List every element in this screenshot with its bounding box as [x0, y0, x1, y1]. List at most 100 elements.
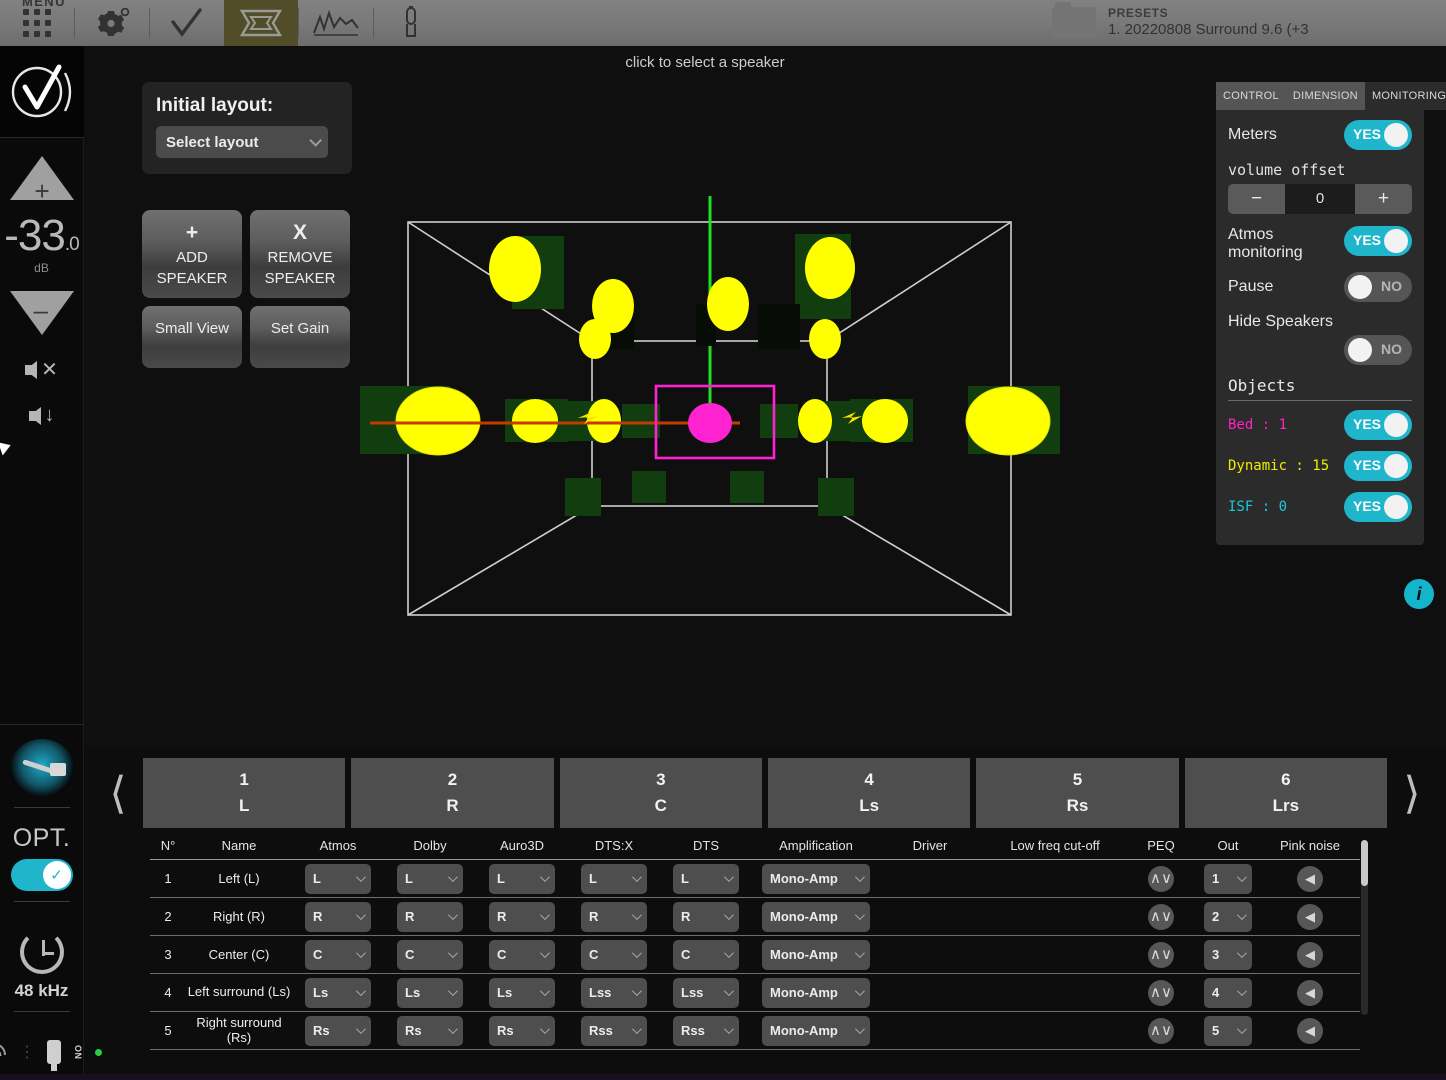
- pink-noise-icon[interactable]: ◀: [1297, 941, 1323, 968]
- cell-dts-select[interactable]: Rss: [673, 1015, 739, 1046]
- object-dynamic-toggle[interactable]: YES: [1344, 451, 1412, 482]
- cell-atmos-select[interactable]: Ls: [305, 977, 371, 1008]
- pause-toggle[interactable]: NO: [1344, 272, 1412, 303]
- tab-dimension[interactable]: DIMENSION: [1285, 82, 1365, 110]
- pink-noise-icon[interactable]: ◀: [1297, 903, 1323, 930]
- speaker-tab-num: 5: [1072, 770, 1083, 789]
- peq-icon[interactable]: ∧∨: [1148, 903, 1174, 930]
- cell-dtsx-select[interactable]: R: [581, 901, 647, 932]
- volume-down-button[interactable]: –: [9, 291, 74, 335]
- cell-amplification-select[interactable]: Mono-Amp: [762, 977, 870, 1008]
- pink-noise-icon[interactable]: ◀: [1297, 865, 1323, 892]
- cell-amplification-select[interactable]: Mono-Amp: [762, 939, 870, 970]
- cell-dolby-select[interactable]: C: [397, 939, 463, 970]
- cell-atmos-select[interactable]: R: [305, 901, 371, 932]
- room-3d-view[interactable]: [360, 196, 1060, 666]
- volume-up-button[interactable]: +: [9, 156, 74, 204]
- speaker-tab-1[interactable]: 1 L: [143, 758, 346, 828]
- small-view-button[interactable]: Small View: [142, 306, 242, 368]
- speaker-next-arrow[interactable]: ⟩: [1390, 760, 1434, 826]
- calibration-tab[interactable]: [150, 0, 224, 46]
- speaker-tab-3[interactable]: 3 C: [559, 758, 762, 828]
- volume-offset-stepper[interactable]: − 0 +: [1228, 184, 1412, 214]
- pink-noise-icon[interactable]: ◀: [1297, 1017, 1323, 1044]
- mute-button[interactable]: ✕: [25, 357, 58, 382]
- speaker-tab-6[interactable]: 6 Lrs: [1184, 758, 1387, 828]
- peq-icon[interactable]: ∧∨: [1148, 979, 1174, 1006]
- cell-dtsx-select[interactable]: Rss: [581, 1015, 647, 1046]
- speaker-tab-5[interactable]: 5 Rs: [976, 758, 1179, 828]
- presets-selector[interactable]: PRESETS 1. 20220808 Surround 9.6 (+3: [1026, 0, 1446, 46]
- hide-speakers-toggle[interactable]: NO: [1344, 335, 1412, 366]
- table-row[interactable]: 3 Center (C) C C C C C Mono-Amp ∧∨ 3 ◀: [150, 936, 1360, 974]
- cell-out-select[interactable]: 5: [1204, 1015, 1252, 1046]
- set-gain-button[interactable]: Set Gain: [250, 306, 350, 368]
- cell-out-select[interactable]: 3: [1204, 939, 1252, 970]
- opt-toggle[interactable]: ✓: [10, 859, 73, 891]
- cell-auro3d-select[interactable]: Ls: [489, 977, 555, 1008]
- cell-auro3d-select[interactable]: R: [489, 901, 555, 932]
- add-speaker-button[interactable]: + ADD SPEAKER: [142, 210, 242, 298]
- table-row[interactable]: 1 Left (L) L L L L L Mono-Amp ∧∨ 1 ◀: [150, 860, 1360, 898]
- volume-offset-plus[interactable]: +: [1355, 184, 1412, 214]
- cell-out-select[interactable]: 1: [1204, 863, 1252, 894]
- settings-tab[interactable]: [75, 0, 149, 46]
- table-row[interactable]: 5 Right surround (Rs) Rs Rs Rs Rss Rss M…: [150, 1012, 1360, 1050]
- dim-button[interactable]: ↓: [28, 404, 55, 427]
- peq-icon[interactable]: ∧∨: [1148, 1017, 1174, 1044]
- cell-dts-select[interactable]: C: [673, 939, 739, 970]
- tab-monitoring[interactable]: MONITORING: [1364, 82, 1446, 110]
- cell-out-select[interactable]: 2: [1204, 901, 1252, 932]
- peq-icon[interactable]: ∧∨: [1148, 941, 1174, 968]
- volume-offset-minus[interactable]: −: [1228, 184, 1285, 214]
- cell-amplification-select[interactable]: Mono-Amp: [762, 901, 870, 932]
- add-line1: ADD: [176, 248, 208, 266]
- cell-dolby-select[interactable]: Rs: [397, 1015, 463, 1046]
- cell-amplification-select[interactable]: Mono-Amp: [762, 863, 870, 894]
- cell-dolby-select[interactable]: Ls: [397, 977, 463, 1008]
- layout-select[interactable]: Select layout: [156, 126, 328, 158]
- peq-icon[interactable]: ∧∨: [1148, 865, 1174, 892]
- speaker-prev-arrow[interactable]: ⟨: [96, 760, 140, 826]
- pink-noise-icon[interactable]: ◀: [1297, 979, 1323, 1006]
- table-row[interactable]: 2 Right (R) R R R R R Mono-Amp ∧∨ 2 ◀: [150, 898, 1360, 936]
- object-isf-toggle[interactable]: YES: [1344, 492, 1412, 523]
- speaker-tab-4[interactable]: 4 Ls: [767, 758, 971, 828]
- atmos-monitoring-toggle[interactable]: YES: [1344, 226, 1412, 256]
- cell-atmos-select[interactable]: L: [305, 863, 371, 894]
- chevron-down-icon: [539, 872, 550, 883]
- cell-dts-select[interactable]: L: [673, 863, 739, 894]
- chevron-down-icon: [309, 133, 322, 147]
- presets-title: PRESETS: [1108, 6, 1169, 21]
- cell-dts-select[interactable]: R: [673, 901, 739, 932]
- cell-dtsx-select[interactable]: C: [581, 939, 647, 970]
- cell-dolby-select[interactable]: R: [397, 901, 463, 932]
- cell-atmos-select[interactable]: C: [305, 939, 371, 970]
- mic-tab[interactable]: [374, 0, 448, 46]
- cell-auro3d-select[interactable]: C: [489, 939, 555, 970]
- scrollbar-thumb[interactable]: [1361, 840, 1368, 886]
- analyzer-tab[interactable]: [299, 0, 373, 46]
- menu-button[interactable]: MENU: [0, 0, 74, 46]
- room-view-tab[interactable]: [224, 0, 298, 46]
- table-row[interactable]: 4 Left surround (Ls) Ls Ls Ls Lss Lss Mo…: [150, 974, 1360, 1012]
- header-out: Out: [1217, 838, 1239, 853]
- remove-speaker-button[interactable]: X REMOVE SPEAKER: [250, 210, 350, 298]
- cell-dolby-select[interactable]: L: [397, 863, 463, 894]
- object-bed-toggle[interactable]: YES: [1344, 410, 1412, 441]
- cell-atmos-select[interactable]: Rs: [305, 1015, 371, 1046]
- info-icon[interactable]: i: [1404, 579, 1434, 609]
- cell-auro3d-select[interactable]: Rs: [489, 1015, 555, 1046]
- meters-toggle[interactable]: YES: [1344, 120, 1412, 150]
- table-scrollbar[interactable]: [1361, 840, 1368, 1015]
- cell-dts-select[interactable]: Lss: [673, 977, 739, 1008]
- cell-dtsx-select[interactable]: Lss: [581, 977, 647, 1008]
- cell-out-select[interactable]: 4: [1204, 977, 1252, 1008]
- cell-auro3d-select[interactable]: L: [489, 863, 555, 894]
- speaker-tab-2[interactable]: 2 R: [351, 758, 554, 828]
- chevron-down-icon: [854, 872, 865, 883]
- cell-dtsx-select[interactable]: L: [581, 863, 647, 894]
- cell-amplification-select[interactable]: Mono-Amp: [762, 1015, 870, 1046]
- value: R: [405, 909, 415, 924]
- tab-control[interactable]: CONTROL: [1216, 82, 1286, 110]
